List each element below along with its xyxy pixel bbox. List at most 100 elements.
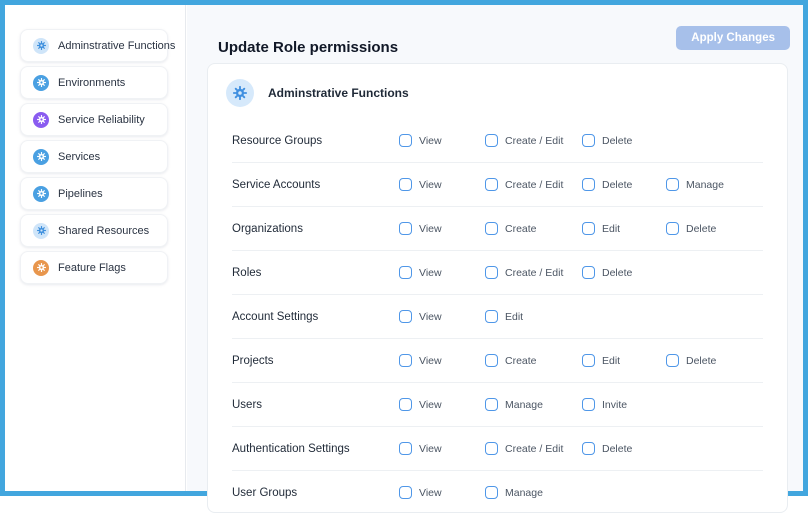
permission-row-label: Account Settings	[232, 311, 399, 323]
permission-option-account-settings-edit[interactable]: Edit	[485, 310, 582, 323]
checkbox-label: View	[419, 399, 442, 411]
permission-option-organizations-view[interactable]: View	[399, 222, 485, 235]
checkbox[interactable]	[582, 222, 595, 235]
permission-row-label: Resource Groups	[232, 135, 399, 147]
permission-row-authentication-settings: Authentication SettingsViewCreate / Edit…	[232, 426, 763, 470]
permission-option-authentication-settings-create-edit[interactable]: Create / Edit	[485, 442, 582, 455]
checkbox[interactable]	[399, 486, 412, 499]
permission-option-service-accounts-view[interactable]: View	[399, 178, 485, 191]
sidebar-item-feature-flags[interactable]: Feature Flags	[20, 251, 168, 284]
permission-option-projects-view[interactable]: View	[399, 354, 485, 367]
permission-option-service-accounts-create-edit[interactable]: Create / Edit	[485, 178, 582, 191]
checkbox[interactable]	[666, 354, 679, 367]
permission-option-organizations-edit[interactable]: Edit	[582, 222, 666, 235]
permissions-card-title: Adminstrative Functions	[268, 86, 409, 100]
permission-row-resource-groups: Resource Groups View Create / Edit Delete	[232, 119, 763, 162]
permission-option-projects-create[interactable]: Create	[485, 354, 582, 367]
checkbox-label: Edit	[602, 223, 620, 235]
checkbox[interactable]	[485, 266, 498, 279]
sidebar-item-adminstrative-functions[interactable]: Adminstrative Functions	[20, 29, 168, 62]
permission-option-organizations-delete[interactable]: Delete	[666, 222, 763, 235]
permission-option-users-invite[interactable]: Invite	[582, 398, 666, 411]
sidebar-item-shared-resources[interactable]: Shared Resources	[20, 214, 168, 247]
checkbox[interactable]	[399, 178, 412, 191]
checkbox-label: Create / Edit	[505, 135, 563, 147]
checkbox[interactable]	[582, 178, 595, 191]
page-title: Update Role permissions	[218, 39, 398, 56]
sidebar-item-services[interactable]: Services	[20, 140, 168, 173]
checkbox[interactable]	[582, 442, 595, 455]
permission-row-service-accounts: Service AccountsViewCreate / EditDeleteM…	[232, 162, 763, 206]
checkbox[interactable]	[666, 222, 679, 235]
checkbox[interactable]	[582, 266, 595, 279]
checkbox[interactable]	[485, 398, 498, 411]
checkbox[interactable]	[399, 398, 412, 411]
permission-option-service-accounts-delete[interactable]: Delete	[582, 178, 666, 191]
checkbox-label: Edit	[505, 311, 523, 323]
checkbox[interactable]	[485, 442, 498, 455]
checkbox-label: View	[419, 355, 442, 367]
checkbox[interactable]	[399, 354, 412, 367]
checkbox[interactable]	[399, 134, 412, 147]
permissions-card-header: Adminstrative Functions	[208, 64, 787, 117]
checkbox-label: Delete	[602, 179, 632, 191]
checkbox-label: Invite	[602, 399, 627, 411]
sidebar-item-label: Environments	[58, 77, 125, 89]
sidebar-item-label: Pipelines	[58, 188, 103, 200]
services-icon	[33, 149, 49, 165]
permission-option-roles-delete[interactable]: Delete	[582, 266, 666, 279]
checkbox[interactable]	[399, 310, 412, 323]
permission-option-resource-groups-create-edit[interactable]: Create / Edit	[485, 134, 582, 147]
checkbox[interactable]	[485, 354, 498, 367]
sidebar-nav: Adminstrative Functions Environments	[5, 29, 185, 284]
permission-option-users-manage[interactable]: Manage	[485, 398, 582, 411]
checkbox-label: View	[419, 267, 442, 279]
permission-option-service-accounts-manage[interactable]: Manage	[666, 178, 763, 191]
checkbox[interactable]	[485, 178, 498, 191]
permission-option-account-settings-view[interactable]: View	[399, 310, 485, 323]
permission-option-roles-create-edit[interactable]: Create / Edit	[485, 266, 582, 279]
checkbox-label: View	[419, 311, 442, 323]
permission-option-organizations-create[interactable]: Create	[485, 222, 582, 235]
apply-changes-button[interactable]: Apply Changes	[676, 26, 790, 50]
checkbox[interactable]	[485, 134, 498, 147]
checkbox-label: View	[419, 179, 442, 191]
sidebar-item-label: Services	[58, 151, 100, 163]
permission-option-users-view[interactable]: View	[399, 398, 485, 411]
checkbox[interactable]	[582, 354, 595, 367]
permission-option-user-groups-manage[interactable]: Manage	[485, 486, 582, 499]
checkbox[interactable]	[666, 178, 679, 191]
permission-option-roles-view[interactable]: View	[399, 266, 485, 279]
checkbox[interactable]	[582, 398, 595, 411]
checkbox[interactable]	[485, 222, 498, 235]
checkbox-label: Create / Edit	[505, 179, 563, 191]
pipelines-icon	[33, 186, 49, 202]
permission-row-user-groups: User GroupsViewManage	[232, 470, 763, 514]
permission-option-authentication-settings-delete[interactable]: Delete	[582, 442, 666, 455]
checkbox-label: Delete	[686, 223, 716, 235]
checkbox[interactable]	[399, 442, 412, 455]
checkbox-label: Create	[505, 355, 537, 367]
permission-option-resource-groups-delete[interactable]: Delete	[582, 134, 666, 147]
checkbox[interactable]	[399, 266, 412, 279]
checkbox[interactable]	[485, 310, 498, 323]
sidebar-item-label: Feature Flags	[58, 262, 126, 274]
checkbox-label: Delete	[686, 355, 716, 367]
sidebar-item-label: Shared Resources	[58, 225, 149, 237]
sidebar-item-pipelines[interactable]: Pipelines	[20, 177, 168, 210]
service-reliability-icon	[33, 112, 49, 128]
sidebar-item-service-reliability[interactable]: Service Reliability	[20, 103, 168, 136]
checkbox-label: Manage	[686, 179, 724, 191]
permission-option-user-groups-view[interactable]: View	[399, 486, 485, 499]
checkbox-label: Manage	[505, 487, 543, 499]
checkbox-label: View	[419, 135, 442, 147]
checkbox[interactable]	[485, 486, 498, 499]
sidebar-item-environments[interactable]: Environments	[20, 66, 168, 99]
permission-option-projects-edit[interactable]: Edit	[582, 354, 666, 367]
permission-option-projects-delete[interactable]: Delete	[666, 354, 763, 367]
permission-option-authentication-settings-view[interactable]: View	[399, 442, 485, 455]
gear-icon	[226, 79, 254, 107]
checkbox[interactable]	[582, 134, 595, 147]
permission-option-resource-groups-view[interactable]: View	[399, 134, 485, 147]
checkbox[interactable]	[399, 222, 412, 235]
